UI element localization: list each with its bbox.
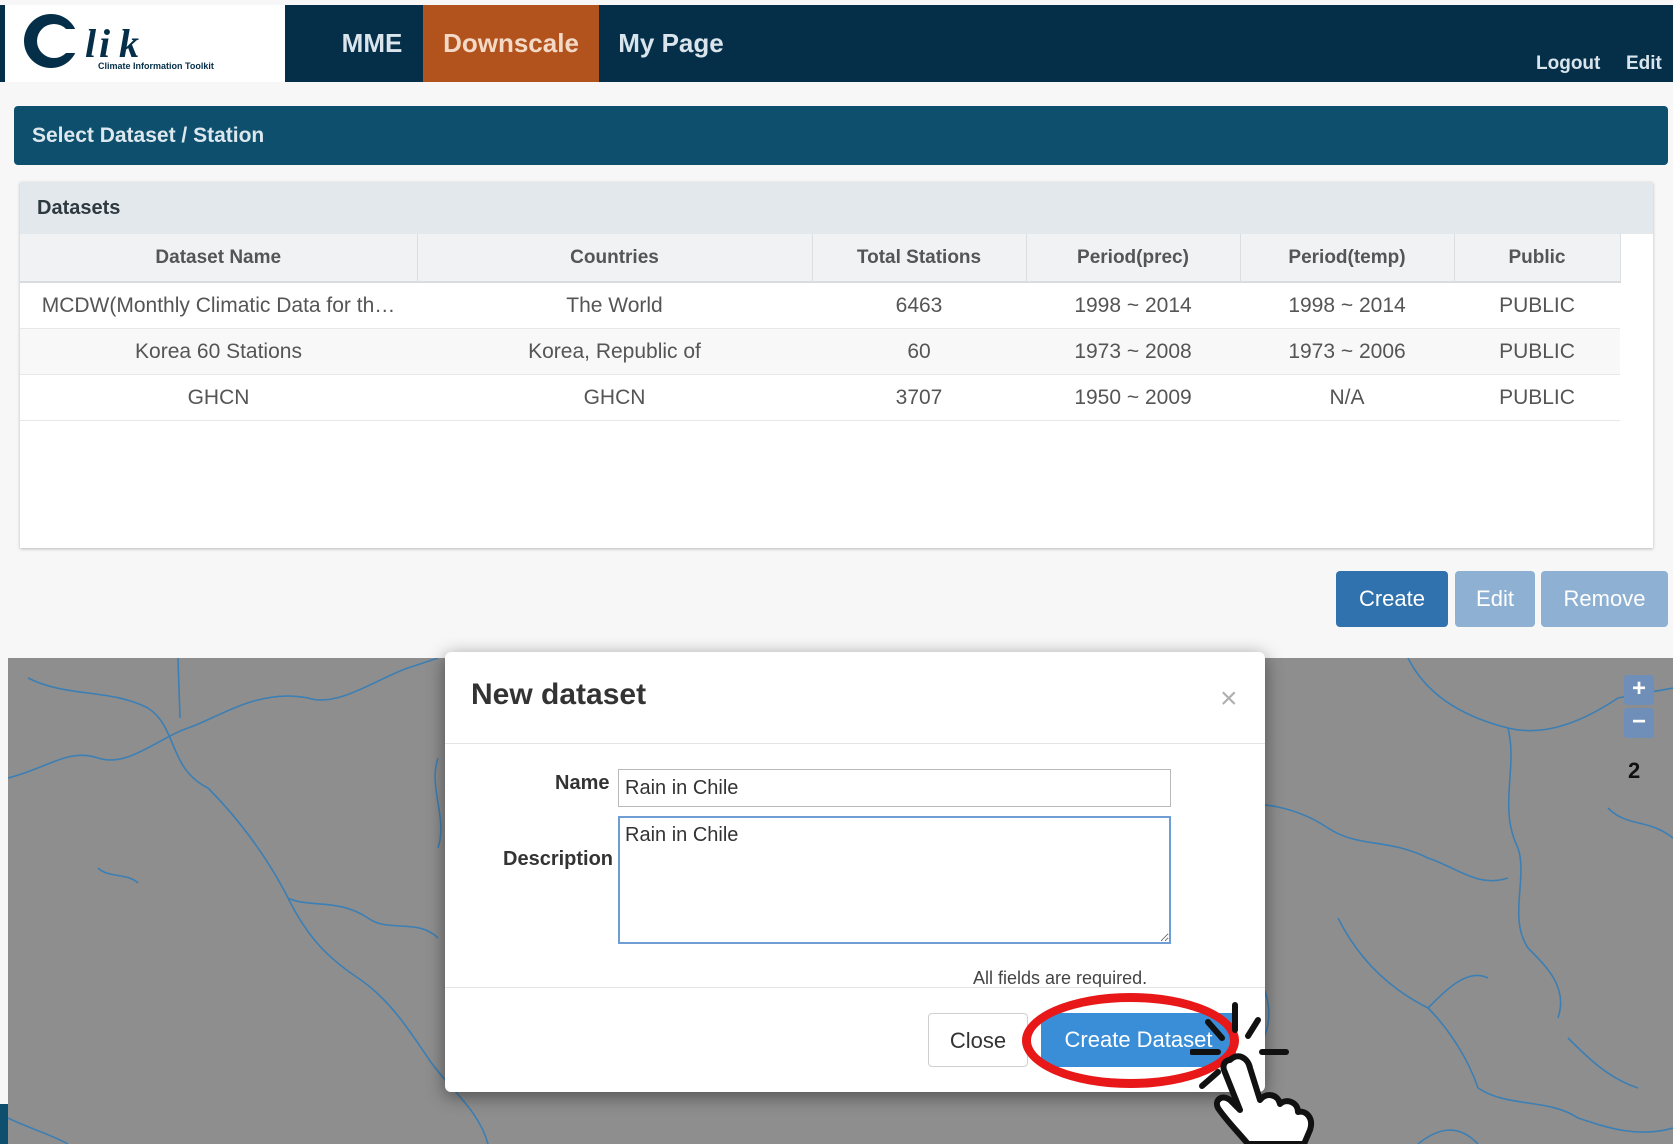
nav-my-page[interactable]: My Page	[606, 5, 736, 82]
cell-period-temp: N/A	[1240, 374, 1454, 421]
cell-countries: Korea, Republic of	[417, 328, 812, 375]
grid-caption-bar: Datasets	[20, 182, 1653, 234]
remove-button[interactable]: Remove	[1541, 571, 1668, 627]
app-logo[interactable]: l i k Climate Information Toolkit	[5, 5, 285, 82]
datasets-grid: Datasets Dataset Name Countries Total St…	[20, 182, 1653, 548]
close-button[interactable]: Close	[928, 1013, 1028, 1067]
cell-public: PUBLIC	[1454, 374, 1620, 421]
datasets-table: Dataset Name Countries Total Stations Pe…	[20, 234, 1621, 421]
svg-text:i: i	[99, 21, 110, 66]
required-note: All fields are required.	[973, 968, 1148, 988]
nav-downscale[interactable]: Downscale	[423, 5, 599, 82]
table-header-row: Dataset Name Countries Total Stations Pe…	[20, 234, 1621, 283]
name-field[interactable]	[618, 769, 1171, 807]
logout-link[interactable]: Logout	[1536, 53, 1600, 75]
close-icon[interactable]: ×	[1220, 682, 1238, 716]
column-header-countries[interactable]: Countries	[417, 234, 813, 283]
logo-subtitle: Climate Information Toolkit	[98, 61, 214, 71]
cell-period-prec: 1973 ~ 2008	[1026, 328, 1240, 375]
cell-dataset-name: Korea 60 Stations	[20, 328, 417, 375]
cell-total-stations: 3707	[812, 374, 1026, 421]
zoom-level-readout: 2	[1628, 758, 1641, 783]
cell-period-temp: 1973 ~ 2006	[1240, 328, 1454, 375]
description-field[interactable]: Rain in Chile	[618, 816, 1171, 944]
cell-public: PUBLIC	[1454, 282, 1620, 329]
cell-total-stations: 6463	[812, 282, 1026, 329]
cell-public: PUBLIC	[1454, 328, 1620, 375]
dialog-title: New dataset	[471, 678, 647, 711]
column-header-period-prec[interactable]: Period(prec)	[1026, 234, 1241, 283]
svg-text:l: l	[85, 21, 97, 66]
name-label: Name	[555, 772, 610, 794]
cell-countries: GHCN	[417, 374, 812, 421]
description-label: Description	[503, 848, 614, 870]
column-header-public[interactable]: Public	[1454, 234, 1621, 283]
edit-button[interactable]: Edit	[1455, 571, 1535, 627]
table-row[interactable]: GHCN GHCN 3707 1950 ~ 2009 N/A PUBLIC	[20, 374, 1620, 421]
column-header-period-temp[interactable]: Period(temp)	[1240, 234, 1455, 283]
table-row[interactable]: MCDW(Monthly Climatic Data for th… The W…	[20, 282, 1620, 329]
top-navbar: l i k Climate Information Toolkit MME Do…	[0, 5, 1673, 82]
zoom-out-button[interactable]: −	[1624, 708, 1654, 738]
column-header-dataset-name[interactable]: Dataset Name	[20, 234, 418, 283]
dialog-footer-divider	[445, 987, 1265, 988]
dialog-divider	[445, 743, 1265, 744]
zoom-in-button[interactable]: +	[1624, 675, 1654, 705]
cell-period-temp: 1998 ~ 2014	[1240, 282, 1454, 329]
cell-dataset-name: MCDW(Monthly Climatic Data for th…	[20, 282, 417, 329]
nav-mme[interactable]: MME	[322, 5, 422, 82]
cell-period-prec: 1950 ~ 2009	[1026, 374, 1240, 421]
cell-countries: The World	[417, 282, 812, 329]
column-header-total-stations[interactable]: Total Stations	[812, 234, 1027, 283]
left-edge-strip	[0, 1104, 8, 1144]
section-title: Select Dataset / Station	[32, 124, 265, 147]
pointing-hand-icon	[1190, 1002, 1314, 1144]
cell-dataset-name: GHCN	[20, 374, 417, 421]
section-header: Select Dataset / Station	[14, 106, 1668, 165]
cell-total-stations: 60	[812, 328, 1026, 375]
svg-text:k: k	[119, 21, 139, 66]
cell-period-prec: 1998 ~ 2014	[1026, 282, 1240, 329]
table-row[interactable]: Korea 60 Stations Korea, Republic of 60 …	[20, 328, 1620, 375]
create-button[interactable]: Create	[1336, 571, 1448, 627]
edit-profile-link[interactable]: Edit	[1626, 53, 1662, 75]
grid-caption: Datasets	[37, 197, 121, 219]
